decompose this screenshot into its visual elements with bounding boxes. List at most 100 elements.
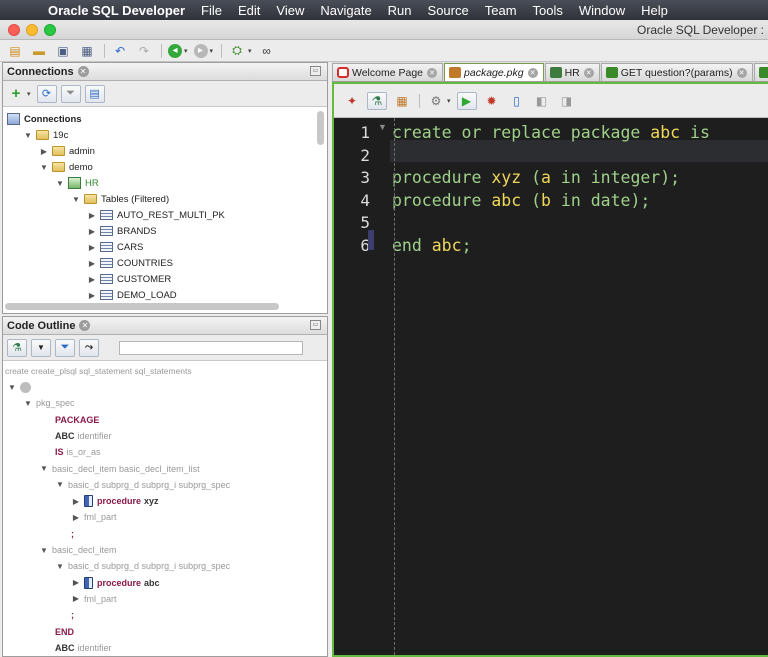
microscope-icon[interactable]: ⚗ bbox=[7, 338, 27, 357]
outline-tree-item[interactable]: ▼ pkg_spec bbox=[23, 395, 75, 411]
editor-tab[interactable]: package.pkg ✕ bbox=[444, 63, 544, 81]
code-line[interactable]: end abc; bbox=[392, 235, 472, 257]
schema-browser-icon[interactable]: ▤ bbox=[84, 84, 105, 103]
bookmark-icon[interactable]: ▯ bbox=[507, 92, 527, 110]
outline-filter-input[interactable] bbox=[119, 340, 303, 355]
close-tab-icon[interactable]: ✕ bbox=[427, 67, 438, 78]
save-all-icon[interactable]: ▦ bbox=[78, 43, 96, 59]
menu-run[interactable]: Run bbox=[380, 3, 420, 18]
outline-tree-item[interactable]: ▼ bbox=[7, 379, 31, 395]
collapse-icon[interactable]: ▼ bbox=[39, 163, 49, 172]
expand-icon[interactable]: ▶ bbox=[87, 259, 97, 268]
sql-worksheet-dropdown-icon[interactable]: ▾ bbox=[248, 47, 252, 55]
collapse-icon[interactable]: ▼ bbox=[7, 383, 17, 392]
code-area[interactable]: create or replace package abc is procedur… bbox=[390, 118, 768, 655]
open-folder-icon[interactable]: ▬ bbox=[30, 43, 48, 59]
editor-tab[interactable]: GE bbox=[753, 63, 768, 81]
connections-horizontal-scrollbar[interactable] bbox=[5, 303, 279, 310]
sync-editor-icon[interactable]: ⤳ bbox=[79, 338, 99, 357]
expand-icon[interactable]: ▶ bbox=[71, 594, 81, 603]
outline-tree-item[interactable]: ▶ procedure xyz bbox=[71, 493, 162, 509]
code-line[interactable]: create or replace package abc is bbox=[392, 122, 710, 144]
outline-tree-item[interactable]: ▼ basic_d subprg_d subprg_i subprg_spec bbox=[55, 558, 230, 574]
editor-tab[interactable]: Welcome Page ✕ bbox=[332, 63, 444, 81]
expand-icon[interactable]: ▶ bbox=[87, 275, 97, 284]
connections-vertical-scrollbar[interactable] bbox=[317, 111, 324, 145]
collapse-icon[interactable]: ▼ bbox=[39, 464, 49, 473]
gears-dropdown-icon[interactable]: ▾ bbox=[447, 97, 451, 105]
connections-tree-item[interactable]: Connections bbox=[7, 111, 82, 127]
window-close-button[interactable] bbox=[8, 24, 20, 36]
forward-dropdown-icon[interactable]: ▾ bbox=[210, 47, 214, 55]
package-icon[interactable]: ▦ bbox=[392, 92, 412, 110]
collapse-icon[interactable]: ▼ bbox=[55, 179, 65, 188]
binoculars-icon[interactable]: ∞ bbox=[258, 43, 276, 59]
menu-navigate[interactable]: Navigate bbox=[312, 3, 379, 18]
expand-icon[interactable]: ▶ bbox=[87, 227, 97, 236]
menu-tools[interactable]: Tools bbox=[525, 3, 571, 18]
close-icon[interactable]: ✕ bbox=[77, 66, 89, 77]
menu-file[interactable]: File bbox=[193, 3, 230, 18]
collapse-icon[interactable]: ▼ bbox=[39, 546, 49, 555]
window-zoom-button[interactable] bbox=[44, 24, 56, 36]
connections-tree-item[interactable]: ▶ AUTO_REST_MULTI_PK bbox=[87, 207, 225, 223]
debug-icon[interactable]: ✹ bbox=[482, 92, 502, 110]
next-bookmark-icon[interactable]: ◨ bbox=[557, 92, 577, 110]
microscope-icon[interactable]: ⚗ bbox=[367, 91, 387, 110]
add-connection-icon[interactable]: + bbox=[7, 85, 25, 102]
sql-worksheet-icon[interactable]: ⛭ bbox=[228, 43, 246, 59]
refresh-icon[interactable]: ⟳ bbox=[36, 84, 57, 103]
save-icon[interactable]: ▣ bbox=[54, 43, 72, 59]
back-dropdown-icon[interactable]: ▾ bbox=[184, 47, 188, 55]
minimize-panel-icon[interactable]: ▭ bbox=[310, 320, 321, 330]
connections-tree-item[interactable]: ▶ CUSTOMER bbox=[87, 271, 171, 287]
outline-tree-item[interactable]: ▶ fml_part bbox=[71, 509, 117, 525]
undo-icon[interactable]: ↶ bbox=[111, 43, 129, 59]
expand-icon[interactable]: ▶ bbox=[71, 497, 81, 506]
run-icon[interactable]: ▶ bbox=[456, 91, 477, 110]
expand-icon[interactable]: ▶ bbox=[87, 243, 97, 252]
collapse-icon[interactable]: ▼ bbox=[23, 399, 33, 408]
outline-tree-item[interactable]: ABC identifier bbox=[55, 428, 112, 444]
filter-icon[interactable]: ⏷ bbox=[55, 338, 75, 357]
connections-tree-item[interactable]: ▼ Tables (Filtered) bbox=[71, 191, 169, 207]
outline-tree-item[interactable]: ▶ procedure abc bbox=[71, 575, 163, 591]
expand-icon[interactable]: ▶ bbox=[87, 211, 97, 220]
filter-icon[interactable]: ⏷ bbox=[60, 84, 81, 103]
code-line[interactable]: procedure abc (b in date); bbox=[392, 190, 650, 212]
fold-icon[interactable]: ▼ bbox=[378, 122, 387, 132]
connections-tree-item[interactable]: ▶ CARS bbox=[87, 239, 143, 255]
expand-icon[interactable]: ▶ bbox=[71, 513, 81, 522]
menu-edit[interactable]: Edit bbox=[230, 3, 268, 18]
expand-icon[interactable]: ▶ bbox=[71, 578, 81, 587]
code-line[interactable]: procedure xyz (a in integer); bbox=[392, 167, 680, 189]
connections-tree-item[interactable]: ▼ HR bbox=[55, 175, 99, 191]
outline-tree-item[interactable]: PACKAGE bbox=[55, 412, 102, 428]
menu-window[interactable]: Window bbox=[571, 3, 633, 18]
window-minimize-button[interactable] bbox=[26, 24, 38, 36]
menu-view[interactable]: View bbox=[268, 3, 312, 18]
back-icon[interactable]: ◂ bbox=[168, 43, 182, 58]
pin-icon[interactable]: ✦ bbox=[342, 92, 362, 110]
menu-source[interactable]: Source bbox=[420, 3, 477, 18]
collapse-icon[interactable]: ▼ bbox=[55, 480, 65, 489]
close-tab-icon[interactable]: ✕ bbox=[583, 67, 594, 78]
menu-help[interactable]: Help bbox=[633, 3, 676, 18]
expand-icon[interactable]: ▶ bbox=[39, 147, 49, 156]
app-menu[interactable]: Oracle SQL Developer bbox=[38, 3, 193, 18]
new-icon[interactable]: ▤ bbox=[6, 43, 24, 59]
collapse-icon[interactable]: ▼ bbox=[23, 131, 33, 140]
outline-tree-item[interactable]: ; bbox=[71, 607, 77, 623]
outline-tree-item[interactable]: ; bbox=[71, 526, 77, 542]
redo-icon[interactable]: ↷ bbox=[135, 43, 153, 59]
outline-tree-item[interactable]: END bbox=[55, 624, 77, 640]
add-connection-dropdown-icon[interactable]: ▾ bbox=[27, 90, 31, 98]
forward-icon[interactable]: ▸ bbox=[193, 43, 208, 58]
connections-tree-item[interactable]: ▼ demo bbox=[39, 159, 93, 175]
outline-tree-item[interactable]: ▼ basic_decl_item basic_decl_item_list bbox=[39, 461, 200, 477]
collapse-dropdown-icon[interactable]: ▼ bbox=[31, 338, 51, 357]
close-tab-icon[interactable]: ✕ bbox=[527, 67, 538, 78]
gears-icon[interactable]: ⚙ bbox=[426, 92, 446, 110]
connections-tree-item[interactable]: ▼ 19c bbox=[23, 127, 68, 143]
outline-tree-item[interactable]: ▼ basic_decl_item bbox=[39, 542, 117, 558]
